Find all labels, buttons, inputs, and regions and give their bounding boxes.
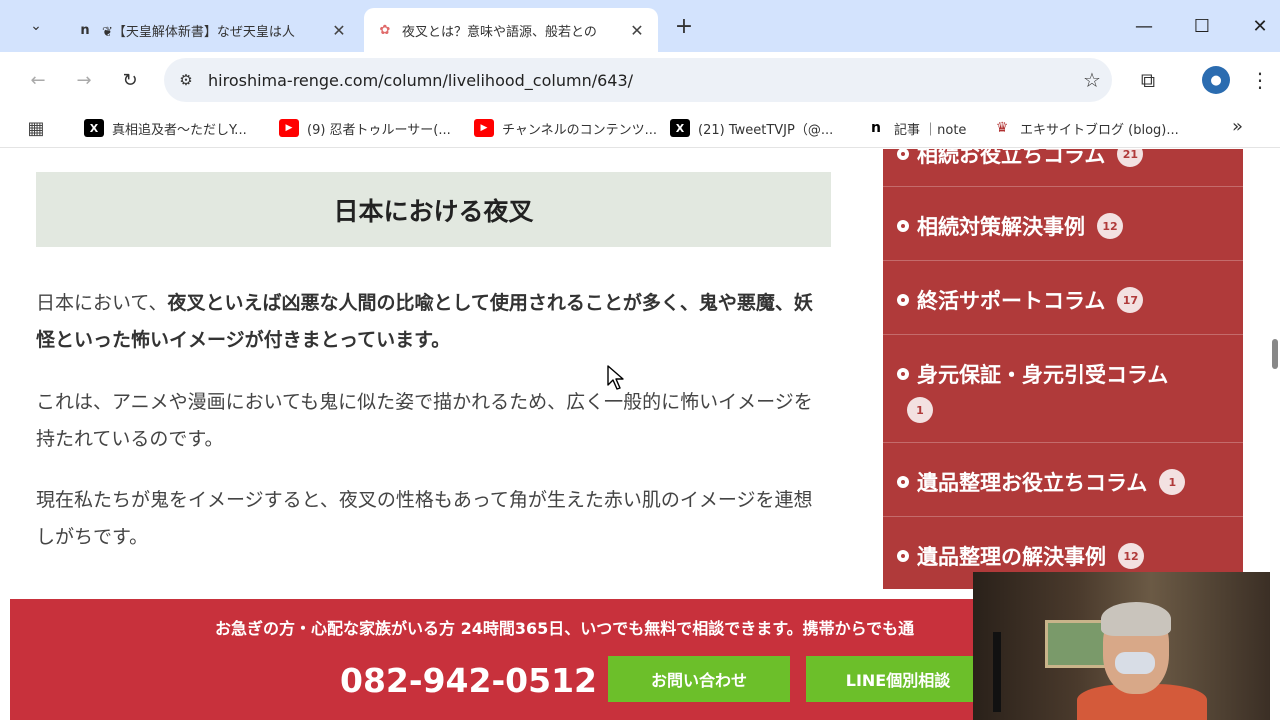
sidebar-item-label: 相続対策解決事例 [917, 215, 1085, 239]
bookmark-label: 真相追及者～ただしY... [112, 122, 247, 138]
bookmark-label: エキサイトブログ (blog)... [1020, 122, 1179, 138]
bookmark-label: (21) TweetTVJP（@... [698, 122, 834, 138]
section-heading-text: 日本における夜叉 [333, 196, 534, 226]
count-badge: 21 [1117, 149, 1144, 167]
section-heading: 日本における夜叉 [36, 172, 831, 247]
sidebar-item-label: 終活サポートコラム [917, 289, 1106, 313]
bullet-icon [897, 294, 909, 306]
sidebar-link[interactable]: 遺品整理の解決事例 12 [897, 541, 1144, 571]
sidebar-item-end-of-life-support[interactable]: 終活サポートコラム 17 [883, 261, 1243, 335]
phone-number-link[interactable]: 082-942-0512 [340, 661, 597, 700]
close-window-button[interactable]: ✕ [1246, 12, 1274, 40]
sidebar-item-guarantor-column[interactable]: 身元保証・身元引受コラム 1 [883, 335, 1243, 443]
cta-message: お急ぎの方・心配な家族がいる方 24時間365日、いつでも無料で相談できます。携… [215, 619, 915, 638]
bullet-icon [897, 149, 909, 160]
bookmark-label: チャンネルのコンテンツ... [502, 122, 658, 138]
tab-yasha-article[interactable]: ✿ 夜叉とは？意味や語源、般若との ✕ [364, 8, 658, 52]
line-consult-button[interactable]: LINE個別相談 [806, 656, 990, 702]
tab-search-icon[interactable]: ⌄ [22, 12, 50, 40]
microphone-stand [993, 632, 1001, 712]
category-sidebar: 相続お役立ちコラム 21 相続対策解決事例 12 終活サポートコラム 17 身元… [883, 149, 1243, 589]
bullet-icon [897, 476, 909, 488]
count-badge: 1 [907, 397, 933, 423]
sidebar-item-inheritance-cases[interactable]: 相続対策解決事例 12 [883, 187, 1243, 261]
x-icon: X [84, 119, 104, 137]
site-info-icon[interactable]: ⚙ [164, 71, 208, 89]
youtube-icon: ▶ [474, 119, 494, 137]
mouse-cursor-icon [607, 365, 624, 390]
bookmark-star-icon[interactable]: ☆ [1072, 68, 1112, 92]
bullet-icon [897, 550, 909, 562]
sidebar-item-estate-cleanup-column[interactable]: 遺品整理お役立ちコラム 1 [883, 443, 1243, 517]
youtube-icon: ▶ [279, 119, 299, 137]
sidebar-link[interactable]: 終活サポートコラム 17 [897, 285, 1144, 315]
tab-note-article[interactable]: n ❦【天皇解体新書】なぜ天皇は人 ✕ [64, 8, 360, 52]
count-badge: 1 [1159, 469, 1186, 495]
new-tab-button[interactable]: + [670, 12, 698, 40]
minimize-button[interactable]: — [1130, 12, 1158, 40]
sidebar-item-label: 遺品整理お役立ちコラム [917, 471, 1148, 495]
sidebar-link[interactable]: 相続お役立ちコラム 21 [897, 149, 1144, 169]
bookmark-label: (9) 忍者トゥルーサー(... [307, 122, 451, 138]
close-tab-icon[interactable]: ✕ [628, 21, 646, 40]
article-paragraph: これは、アニメや漫画においても鬼に似た姿で描かれるため、広く一般的に怖いイメージ… [36, 391, 813, 450]
sidebar-item-inheritance-column[interactable]: 相続お役立ちコラム 21 [883, 149, 1243, 187]
profile-avatar[interactable]: ● [1202, 66, 1230, 94]
paragraph-text: 日本において、 [36, 292, 168, 314]
note-icon: n [866, 119, 886, 137]
url-text[interactable]: hiroshima-renge.com/column/livelihood_co… [208, 71, 1072, 90]
browser-toolbar: ← → ↻ ⚙ hiroshima-renge.com/column/livel… [0, 52, 1280, 108]
presenter-mask [1115, 652, 1155, 674]
count-badge: 12 [1118, 543, 1144, 569]
sidebar-item-label: 相続お役立ちコラム [917, 149, 1106, 167]
count-badge: 17 [1117, 287, 1144, 313]
bullet-icon [897, 368, 909, 380]
bookmark-label: 記事 ｜note [894, 122, 967, 138]
scrollbar-thumb[interactable] [1272, 339, 1278, 369]
sidebar-link[interactable]: 身元保証・身元引受コラム [897, 359, 1168, 389]
sidebar-item-label: 遺品整理の解決事例 [917, 545, 1106, 569]
tab-title: ❦【天皇解体新書】なぜ天皇は人 [102, 24, 295, 40]
menu-kebab-icon[interactable]: ⋮ [1248, 66, 1272, 94]
reload-button[interactable]: ↻ [116, 66, 144, 94]
sidebar-link[interactable]: 相続対策解決事例 12 [897, 211, 1123, 241]
apps-grid-icon[interactable]: ▦ [24, 116, 48, 140]
presenter-hair [1101, 602, 1171, 636]
address-bar[interactable]: ⚙ hiroshima-renge.com/column/livelihood_… [164, 58, 1112, 102]
webcam-overlay [973, 572, 1270, 720]
x-icon: X [670, 119, 690, 137]
extensions-icon[interactable]: ⧉ [1134, 66, 1162, 94]
bookmark-item[interactable]: X (21) TweetTVJP（@... [670, 116, 833, 140]
bullet-icon [897, 220, 909, 232]
bookmark-item[interactable]: X 真相追及者～ただしY... [84, 116, 247, 140]
count-badge: 12 [1097, 213, 1123, 239]
note-favicon-icon: n [80, 22, 90, 38]
sidebar-item-label: 身元保証・身元引受コラム [917, 363, 1169, 387]
bookmark-item[interactable]: n 記事 ｜note [866, 116, 966, 140]
bookmarks-bar: ▦ X 真相追及者～ただしY... ▶ (9) 忍者トゥルーサー(... ▶ チ… [0, 108, 1280, 148]
bookmark-item[interactable]: ▶ (9) 忍者トゥルーサー(... [279, 116, 451, 140]
bookmark-item[interactable]: ♛ エキサイトブログ (blog)... [992, 116, 1179, 140]
wall-painting [1045, 620, 1109, 668]
article-paragraph: 現在私たちが鬼をイメージすると、夜叉の性格もあって角が生えた赤い肌のイメージを連… [36, 489, 813, 548]
back-button[interactable]: ← [24, 66, 52, 94]
tab-title: 夜叉とは？意味や語源、般若との [402, 24, 597, 40]
lotus-favicon-icon: ✿ [379, 22, 391, 38]
sidebar-link[interactable]: 遺品整理お役立ちコラム 1 [897, 467, 1186, 497]
maximize-button[interactable]: ☐ [1188, 12, 1216, 40]
excite-icon: ♛ [992, 119, 1012, 137]
scrollbar[interactable] [1270, 149, 1280, 720]
contact-button[interactable]: お問い合わせ [608, 656, 790, 702]
forward-button[interactable]: → [70, 66, 98, 94]
close-tab-icon[interactable]: ✕ [330, 21, 348, 40]
more-bookmarks-icon[interactable]: » [1232, 116, 1243, 137]
article-paragraph: 日本において、夜叉といえば凶悪な人間の比喩として使用されることが多く、鬼や悪魔、… [36, 285, 831, 359]
tab-strip: ⌄ n ❦【天皇解体新書】なぜ天皇は人 ✕ ✿ 夜叉とは？意味や語源、般若との … [0, 0, 1280, 52]
bookmark-item[interactable]: ▶ チャンネルのコンテンツ... [474, 116, 657, 140]
